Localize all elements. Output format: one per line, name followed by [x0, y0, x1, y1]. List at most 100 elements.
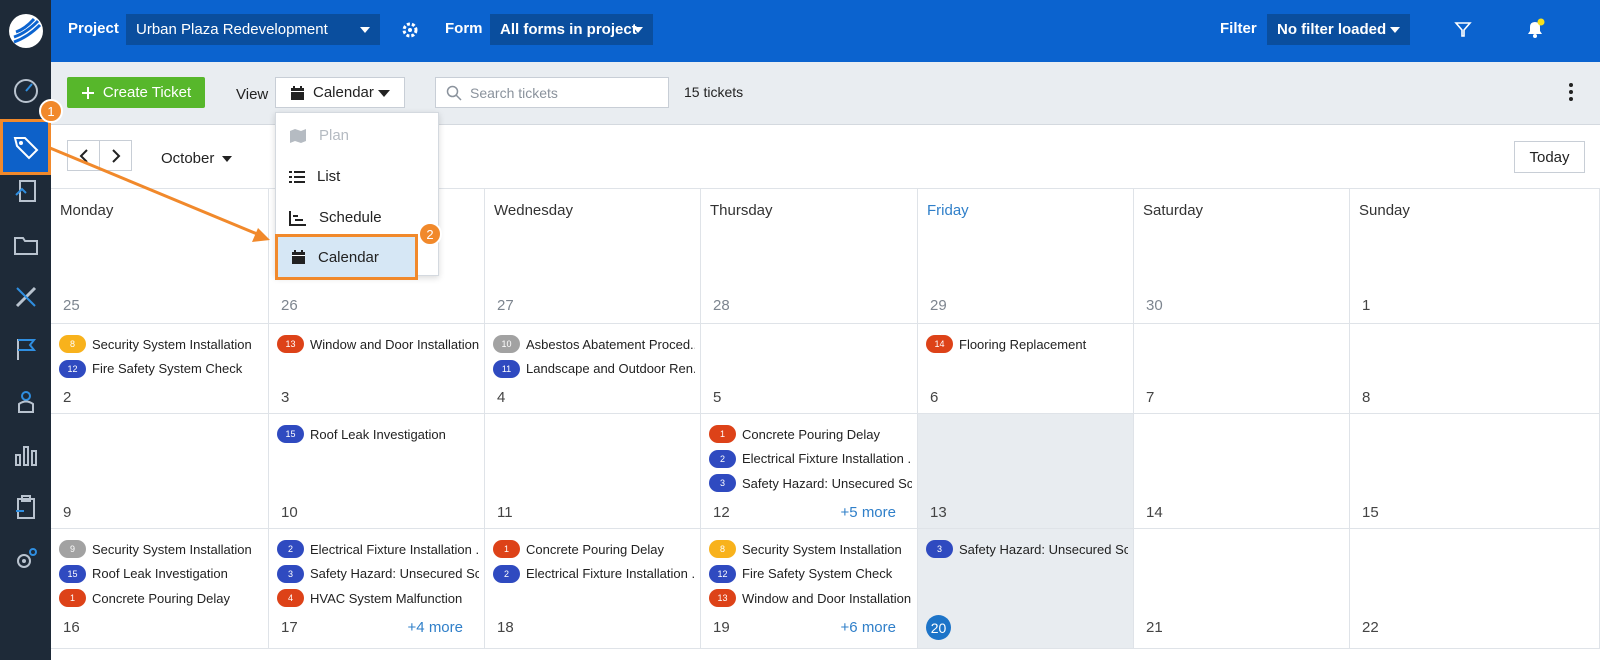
calendar-day-cell[interactable]: 9 — [51, 414, 269, 529]
ticket-event[interactable]: 2 Electrical Fixture Installation ... — [277, 539, 479, 559]
calendar-day-cell[interactable]: 22 — [1350, 529, 1600, 649]
ticket-event[interactable]: 11 Landscape and Outdoor Ren... — [493, 359, 695, 379]
calendar-day-cell[interactable]: 10 Asbestos Abatement Proced... 11 Landscap… — [485, 324, 701, 414]
project-settings-button[interactable] — [401, 21, 419, 44]
ticket-event[interactable]: 13 Window and Door Installation — [709, 588, 912, 608]
ticket-event[interactable]: 1 Concrete Pouring Delay — [709, 424, 912, 444]
today-button[interactable]: Today — [1514, 141, 1585, 173]
calendar-day-cell[interactable]: Sunday 1 — [1350, 189, 1600, 324]
ticket-event[interactable]: 2 Electrical Fixture Installation ... — [709, 449, 912, 469]
calendar-day-cell[interactable]: 2 Electrical Fixture Installation ... 3 Saf… — [269, 529, 485, 649]
search-icon — [446, 85, 462, 101]
calendar-day-cell[interactable]: 5 — [701, 324, 918, 414]
ticket-number-badge: 1 — [59, 589, 86, 607]
calendar-day-cell[interactable]: 1 Concrete Pouring Delay 2 Electrical Fixtu… — [485, 529, 701, 649]
calendar-day-cell[interactable]: 8 — [1350, 324, 1600, 414]
ticket-event[interactable]: 15 Roof Leak Investigation — [59, 564, 263, 584]
calendar-day-cell[interactable]: 14 Flooring Replacement 6 — [918, 324, 1134, 414]
project-select[interactable]: Urban Plaza Redevelopment — [126, 14, 380, 45]
ticket-event[interactable]: 10 Asbestos Abatement Proced... — [493, 334, 695, 354]
ticket-title: Safety Hazard: Unsecured Sc... — [310, 566, 479, 581]
ticket-event[interactable]: 12 Fire Safety System Check — [59, 359, 263, 379]
form-label: Form — [445, 20, 483, 37]
next-month-button[interactable] — [99, 140, 132, 171]
form-select[interactable]: All forms in project — [490, 14, 653, 45]
search-input[interactable] — [470, 84, 650, 101]
calendar-day-cell[interactable]: 8 Security System Installation 12 Fire Safe… — [51, 324, 269, 414]
view-option-list[interactable]: List — [276, 156, 438, 197]
clipboard-icon — [15, 495, 35, 519]
today-date-badge: 20 — [926, 615, 951, 640]
ticket-event[interactable]: 9 Security System Installation — [59, 539, 263, 559]
ticket-event[interactable]: 8 Security System Installation — [59, 334, 263, 354]
calendar-day-cell[interactable]: 11 — [485, 414, 701, 529]
sidebar-item-checklists[interactable] — [0, 480, 51, 534]
calendar-day-cell[interactable]: 3 Safety Hazard: Unsecured Sc... 20 — [918, 529, 1134, 649]
ticket-title: Concrete Pouring Delay — [92, 590, 231, 606]
notifications-button[interactable] — [1524, 18, 1546, 45]
view-option-schedule[interactable]: Schedule — [276, 197, 438, 238]
folder-icon — [13, 237, 38, 255]
ticket-event[interactable]: 15 Roof Leak Investigation — [277, 424, 479, 444]
chevron-down-icon — [360, 27, 370, 33]
weekday-header: Monday — [60, 202, 114, 219]
ticket-event[interactable]: 2 Electrical Fixture Installation ... — [493, 564, 695, 584]
sidebar-item-tools[interactable] — [0, 270, 51, 324]
sidebar-item-reports[interactable] — [0, 428, 51, 482]
ticket-event[interactable]: 13 Window and Door Installation — [277, 334, 479, 354]
day-number: 7 — [1146, 389, 1155, 406]
calendar-day-cell[interactable]: 13 Window and Door Installation 3 — [269, 324, 485, 414]
calendar-day-cell[interactable]: Wednesday 27 — [485, 189, 701, 324]
ticket-event[interactable]: 1 Concrete Pouring Delay — [59, 588, 263, 608]
calendar-day-cell[interactable]: 21 — [1134, 529, 1350, 649]
calendar-day-cell[interactable]: Monday 25 — [51, 189, 269, 324]
calendar-day-cell[interactable]: Saturday 30 — [1134, 189, 1350, 324]
ticket-event[interactable]: 1 Concrete Pouring Delay — [493, 539, 695, 559]
ticket-title: Safety Hazard: Unsecured Sc... — [959, 541, 1128, 557]
ticket-title: Fire Safety System Check — [742, 566, 893, 581]
more-events-link[interactable]: +5 more — [841, 504, 896, 521]
ticket-event[interactable]: 3 Safety Hazard: Unsecured Sc... — [709, 473, 912, 493]
previous-month-button[interactable] — [67, 140, 100, 171]
ticket-event[interactable]: 3 Safety Hazard: Unsecured Sc... — [277, 564, 479, 584]
weekday-header: Thursday — [710, 202, 773, 219]
calendar-day-cell[interactable]: 13 — [918, 414, 1134, 529]
filter-label: Filter — [1220, 20, 1257, 37]
view-select[interactable]: Calendar — [275, 77, 405, 108]
chevron-down-icon — [378, 90, 390, 97]
sidebar-item-milestones[interactable] — [0, 322, 51, 376]
more-events-link[interactable]: +6 more — [841, 619, 896, 636]
filter-select[interactable]: No filter loaded — [1267, 14, 1410, 45]
search-box[interactable] — [435, 77, 669, 108]
calendar-day-cell[interactable]: 15 — [1350, 414, 1600, 529]
sidebar-item-files[interactable] — [0, 218, 51, 272]
create-ticket-button[interactable]: Create Ticket — [67, 77, 205, 108]
calendar-day-cell[interactable]: 9 Security System Installation 15 Roof Leak… — [51, 529, 269, 649]
ticket-event[interactable]: 12 Fire Safety System Check — [709, 564, 912, 584]
ticket-event[interactable]: 8 Security System Installation — [709, 539, 912, 559]
filter-button[interactable] — [1454, 20, 1472, 43]
sidebar-item-forms[interactable] — [0, 164, 51, 218]
month-select[interactable]: October — [161, 150, 233, 167]
form-value: All forms in project — [500, 21, 637, 38]
view-option-calendar[interactable]: Calendar — [275, 234, 418, 280]
day-number: 8 — [1362, 389, 1371, 406]
calendar-day-cell[interactable]: Friday 29 — [918, 189, 1134, 324]
day-number: 9 — [63, 504, 72, 521]
calendar-day-cell[interactable]: 7 — [1134, 324, 1350, 414]
gauge-icon — [13, 79, 38, 103]
ticket-event[interactable]: 14 Flooring Replacement — [926, 334, 1128, 354]
ticket-event[interactable]: 4 HVAC System Malfunction — [277, 588, 479, 608]
calendar-day-cell[interactable]: 1 Concrete Pouring Delay 2 Electrical Fixtu… — [701, 414, 918, 529]
ticket-number-badge: 12 — [709, 564, 736, 583]
sidebar-item-settings[interactable] — [0, 532, 51, 586]
more-events-link[interactable]: +4 more — [408, 619, 463, 636]
app-logo[interactable] — [0, 0, 51, 62]
ticket-event[interactable]: 3 Safety Hazard: Unsecured Sc... — [926, 539, 1128, 559]
calendar-day-cell[interactable]: 8 Security System Installation 12 Fire Safe… — [701, 529, 918, 649]
sidebar-item-users[interactable] — [0, 374, 51, 428]
calendar-day-cell[interactable]: Thursday 28 — [701, 189, 918, 324]
calendar-day-cell[interactable]: 14 — [1134, 414, 1350, 529]
calendar-day-cell[interactable]: 15 Roof Leak Investigation 10 — [269, 414, 485, 529]
more-options-button[interactable] — [1566, 80, 1576, 104]
